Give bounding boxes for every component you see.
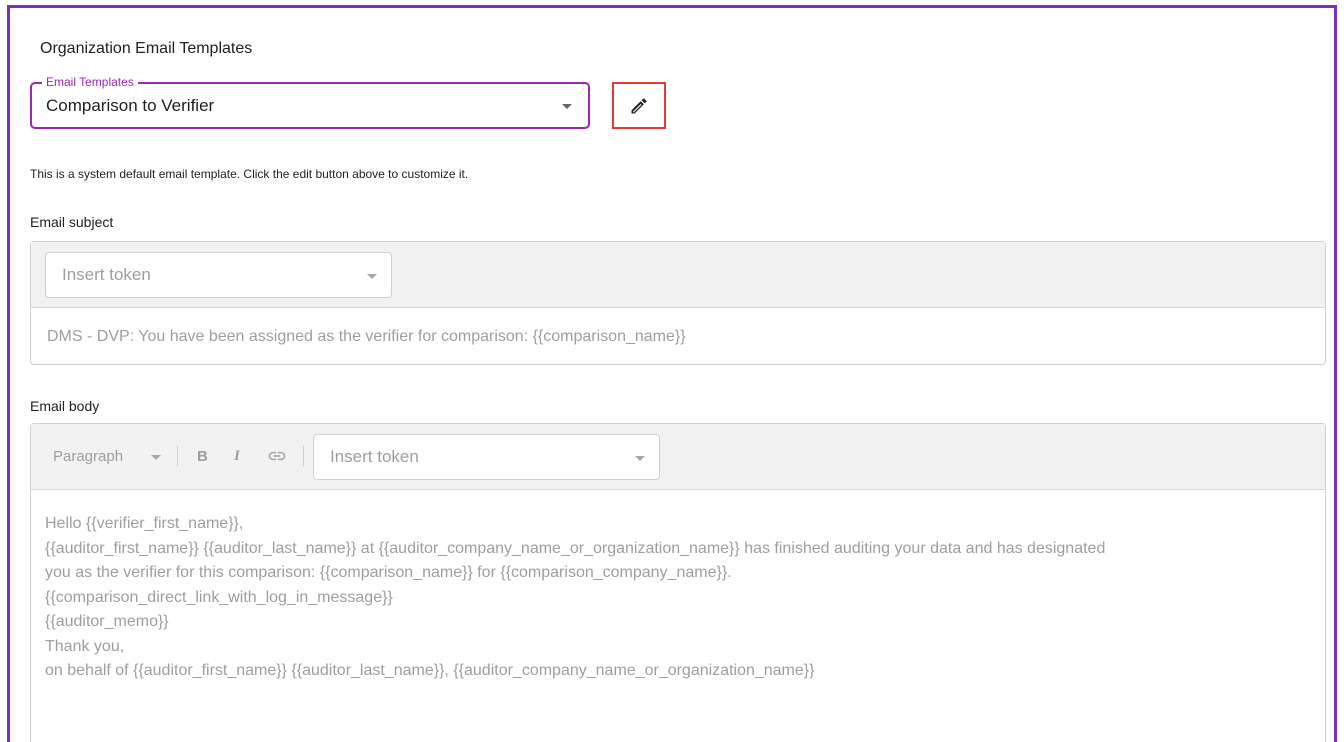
email-subject-label: Email subject — [30, 214, 114, 230]
paragraph-chevron-down-icon — [151, 455, 161, 460]
dropdown-arrow-icon — [562, 104, 572, 109]
toolbar-divider — [177, 446, 178, 466]
chevron-down-icon — [367, 274, 377, 279]
body-insert-token-select[interactable]: Insert token — [313, 434, 660, 480]
subject-insert-token-placeholder: Insert token — [62, 265, 151, 284]
system-default-notice: This is a system default email template.… — [30, 167, 469, 181]
subject-insert-token-select[interactable]: Insert token — [45, 252, 392, 298]
body-line: Thank you, — [45, 637, 125, 655]
body-toolbar: Paragraph B I Insert token — [31, 424, 1325, 490]
italic-button[interactable]: I — [234, 448, 240, 465]
email-subject-input[interactable]: DMS - DVP: You have been assigned as the… — [47, 328, 686, 346]
email-template-select[interactable]: Email Templates Comparison to Verifier — [30, 74, 590, 129]
body-line: {{comparison_direct_link_with_log_in_mes… — [45, 588, 393, 606]
body-line: you as the verifier for this comparison:… — [45, 564, 732, 581]
edit-template-button[interactable] — [612, 82, 666, 129]
subject-toolbar: Insert token — [31, 242, 1325, 308]
body-insert-token-placeholder: Insert token — [330, 447, 419, 466]
email-template-legend: Email Templates — [42, 74, 138, 90]
body-line: on behalf of {{auditor_first_name}} {{au… — [45, 662, 815, 679]
pencil-icon — [631, 97, 647, 113]
body-line: Hello {{verifier_first_name}}, — [45, 515, 244, 532]
link-icon — [268, 451, 286, 461]
body-line: {{auditor_first_name}} {{auditor_last_na… — [45, 539, 1106, 557]
page-frame: Organization Email Templates Email Templ… — [7, 5, 1337, 742]
paragraph-style-select[interactable]: Paragraph — [53, 448, 123, 465]
email-subject-editor: Insert token DMS - DVP: You have been as… — [30, 241, 1326, 365]
link-button[interactable] — [267, 448, 287, 468]
email-body-editor: Paragraph B I Insert token Hello {{verif… — [30, 423, 1326, 742]
email-template-value: Comparison to Verifier — [46, 96, 215, 115]
body-line: {{auditor_memo}} — [45, 613, 169, 630]
email-body-input[interactable]: Hello {{verifier_first_name}}, {{auditor… — [45, 512, 1311, 684]
page-title: Organization Email Templates — [40, 40, 253, 57]
bold-button[interactable]: B — [197, 448, 208, 465]
email-body-label: Email body — [30, 398, 100, 414]
chevron-down-icon — [635, 456, 645, 461]
toolbar-divider — [303, 446, 304, 466]
